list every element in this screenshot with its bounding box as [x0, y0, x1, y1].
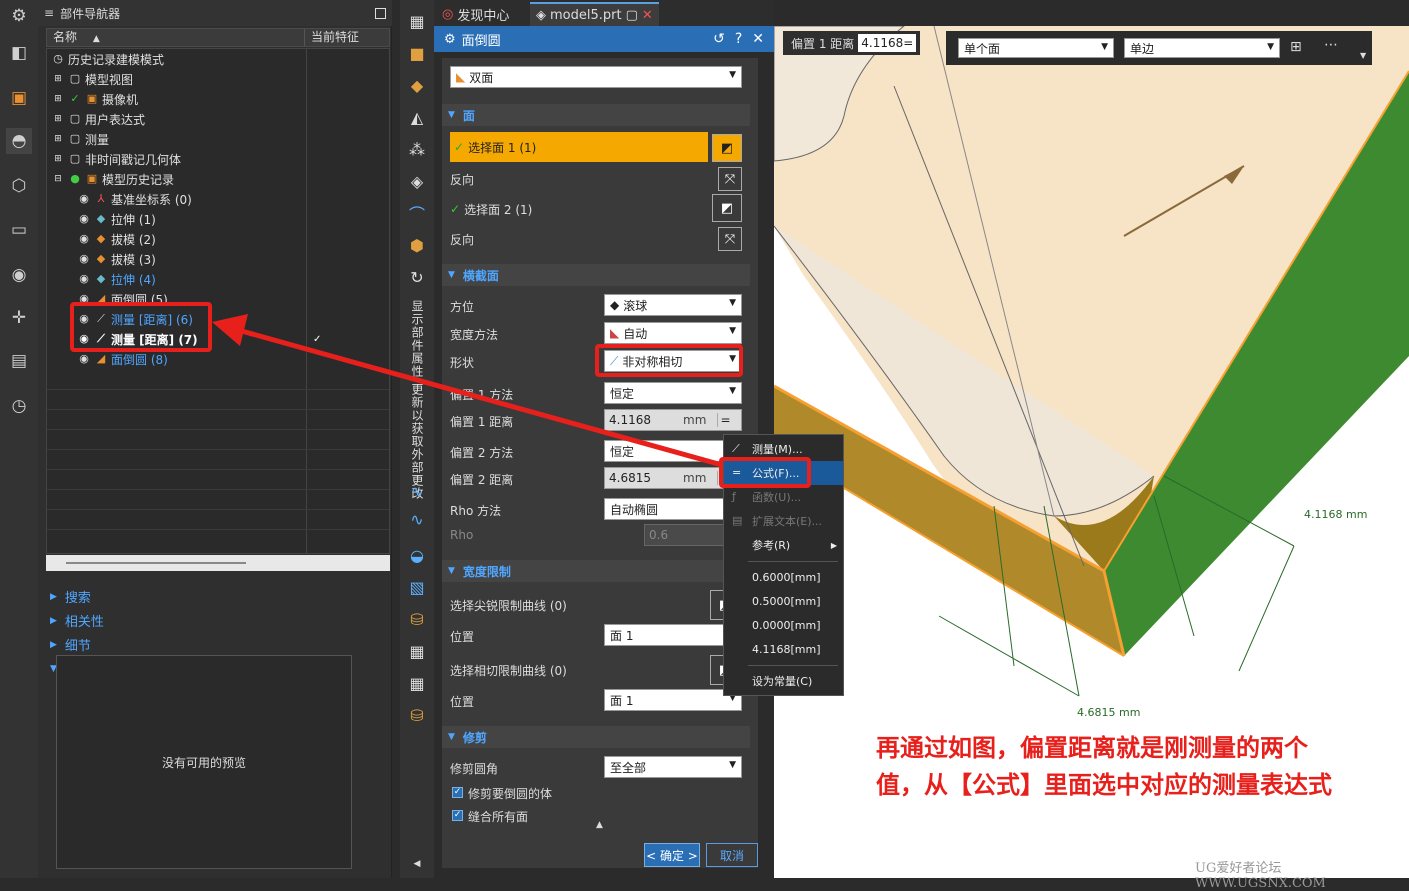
- annotation-text: 再通过如图，偏置距离就是刚测量的两个 值，从【公式】里面选中对应的测量表达式: [876, 734, 1332, 799]
- watermark: UG爱好者论坛 WWW.UGSNX.COM: [1195, 861, 1326, 891]
